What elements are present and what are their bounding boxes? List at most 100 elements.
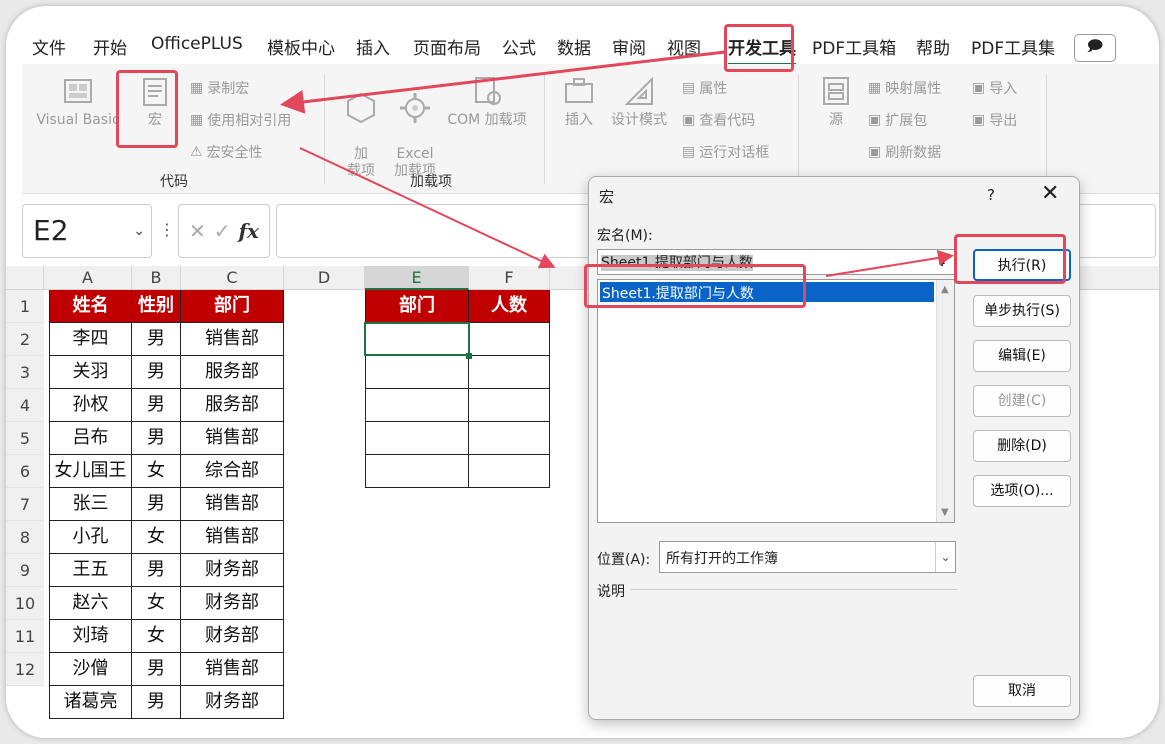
comments-button[interactable]: 🗩 [1074,34,1116,62]
table-cell[interactable]: 孙权 [49,389,132,422]
table-cell[interactable]: 女 [132,521,181,554]
summary-cell[interactable] [469,323,550,356]
column-header-b[interactable]: B [132,266,181,290]
table-cell[interactable]: 男 [132,686,181,719]
table-cell[interactable]: 财务部 [181,587,284,620]
check-icon[interactable]: ✓ [214,219,231,243]
record-macro-button[interactable]: ▦ 录制宏 [190,78,249,98]
table-cell[interactable]: 男 [132,389,181,422]
table-cell[interactable]: 男 [132,554,181,587]
table-cell[interactable]: 服务部 [181,389,284,422]
step-into-button[interactable]: 单步执行(S) [973,295,1071,327]
row-header[interactable]: 10 [6,587,44,620]
select-all-corner[interactable] [6,266,44,290]
table-cell[interactable]: 关羽 [49,356,132,389]
cancel-button[interactable]: 取消 [973,675,1071,707]
export-button[interactable]: ▣ 导出 [972,110,1017,130]
table-cell[interactable]: 男 [132,323,181,356]
table-cell[interactable]: 男 [132,653,181,686]
table-cell[interactable]: 女 [132,455,181,488]
table-cell[interactable]: 服务部 [181,356,284,389]
tab-officeplus[interactable]: OfficePLUS [151,34,243,54]
visual-basic-button[interactable]: Visual Basic [34,74,122,129]
options-button[interactable]: 选项(O)... [973,475,1071,507]
table-cell[interactable]: 综合部 [181,455,284,488]
view-code-button[interactable]: ▣ 查看代码 [682,110,755,130]
column-header-c[interactable]: C [181,266,284,290]
table-header-cell[interactable]: 部门 [181,290,284,323]
summary-cell[interactable] [469,422,550,455]
addins-button[interactable]: 加 载项 [340,74,382,180]
create-button[interactable]: 创建(C) [973,385,1071,417]
summary-cell[interactable] [469,356,550,389]
table-cell[interactable]: 男 [132,356,181,389]
chevron-down-icon[interactable]: ⌄ [935,542,955,572]
tab-pdf-toolbox[interactable]: PDF工具箱 [812,34,896,59]
table-cell[interactable]: 销售部 [181,488,284,521]
scroll-up-icon[interactable]: ▲ [941,284,949,295]
import-button[interactable]: ▣ 导入 [972,78,1017,98]
row-header[interactable]: 11 [6,620,44,653]
tab-home[interactable]: 开始 [93,34,127,59]
design-mode-button[interactable]: 设计模式 [606,74,672,129]
edit-button[interactable]: 编辑(E) [973,340,1071,372]
row-header[interactable]: 9 [6,554,44,587]
table-cell[interactable]: 女 [132,620,181,653]
tab-page-layout[interactable]: 页面布局 [413,34,481,59]
table-cell[interactable]: 销售部 [181,422,284,455]
tab-template-center[interactable]: 模板中心 [267,34,335,59]
table-cell[interactable]: 刘琦 [49,620,132,653]
table-header-cell[interactable]: 姓名 [49,290,132,323]
chevron-down-icon[interactable]: ⌄ [133,223,145,239]
table-cell[interactable]: 女 [132,587,181,620]
table-cell[interactable]: 男 [132,488,181,521]
table-cell[interactable]: 财务部 [181,554,284,587]
tab-formulas[interactable]: 公式 [502,34,536,59]
table-cell[interactable]: 财务部 [181,620,284,653]
excel-addins-button[interactable]: Excel 加载项 [390,74,440,180]
table-cell[interactable]: 诸葛亮 [49,686,132,719]
map-properties-button[interactable]: ▦ 映射属性 [868,78,941,98]
close-icon[interactable]: ✕ [1041,181,1059,206]
relative-reference-button[interactable]: ▦ 使用相对引用 [190,110,291,130]
row-header[interactable]: 4 [6,389,44,422]
column-header-a[interactable]: A [44,266,132,290]
table-cell[interactable]: 销售部 [181,323,284,356]
summary-cell[interactable] [365,455,469,488]
row-header[interactable]: 5 [6,422,44,455]
scrollbar[interactable]: ▲ ▼ [936,280,954,522]
summary-cell[interactable] [365,356,469,389]
macro-list[interactable]: Sheet1.提取部门与人数 ▲ ▼ [597,279,955,523]
column-header-d[interactable]: D [284,266,365,290]
tab-pdf-toolset[interactable]: PDF工具集 [971,34,1055,59]
com-addins-button[interactable]: COM 加载项 [442,74,532,129]
macro-security-button[interactable]: ⚠ 宏安全性 [190,142,263,162]
table-cell[interactable]: 销售部 [181,653,284,686]
tab-data[interactable]: 数据 [557,34,591,59]
tab-view[interactable]: 视图 [667,34,701,59]
table-cell[interactable]: 销售部 [181,521,284,554]
run-dialog-button[interactable]: ▤ 运行对话框 [682,142,769,162]
summary-cell[interactable] [469,455,550,488]
tab-file[interactable]: 文件 [32,34,66,59]
name-box[interactable]: E2 ⌄ [22,204,152,258]
scroll-down-icon[interactable]: ▼ [941,507,949,518]
table-cell[interactable]: 张三 [49,488,132,521]
expansion-pack-button[interactable]: ▣ 扩展包 [868,110,927,130]
table-cell[interactable]: 王五 [49,554,132,587]
summary-cell[interactable] [365,422,469,455]
row-header[interactable]: 7 [6,488,44,521]
refresh-data-button[interactable]: ▣ 刷新数据 [868,142,941,162]
summary-header-cell[interactable]: 人数 [469,290,550,323]
tab-review[interactable]: 审阅 [612,34,646,59]
table-cell[interactable]: 沙僧 [49,653,132,686]
column-header-blank[interactable] [1080,266,1159,290]
active-cell-e2[interactable] [364,322,470,356]
table-header-cell[interactable]: 性别 [132,290,181,323]
table-cell[interactable]: 男 [132,422,181,455]
table-cell[interactable]: 女儿国王 [49,455,132,488]
tab-insert[interactable]: 插入 [356,34,390,59]
table-cell[interactable]: 财务部 [181,686,284,719]
insert-function-icon[interactable]: fx [238,219,259,243]
column-header-e[interactable]: E [365,266,469,290]
